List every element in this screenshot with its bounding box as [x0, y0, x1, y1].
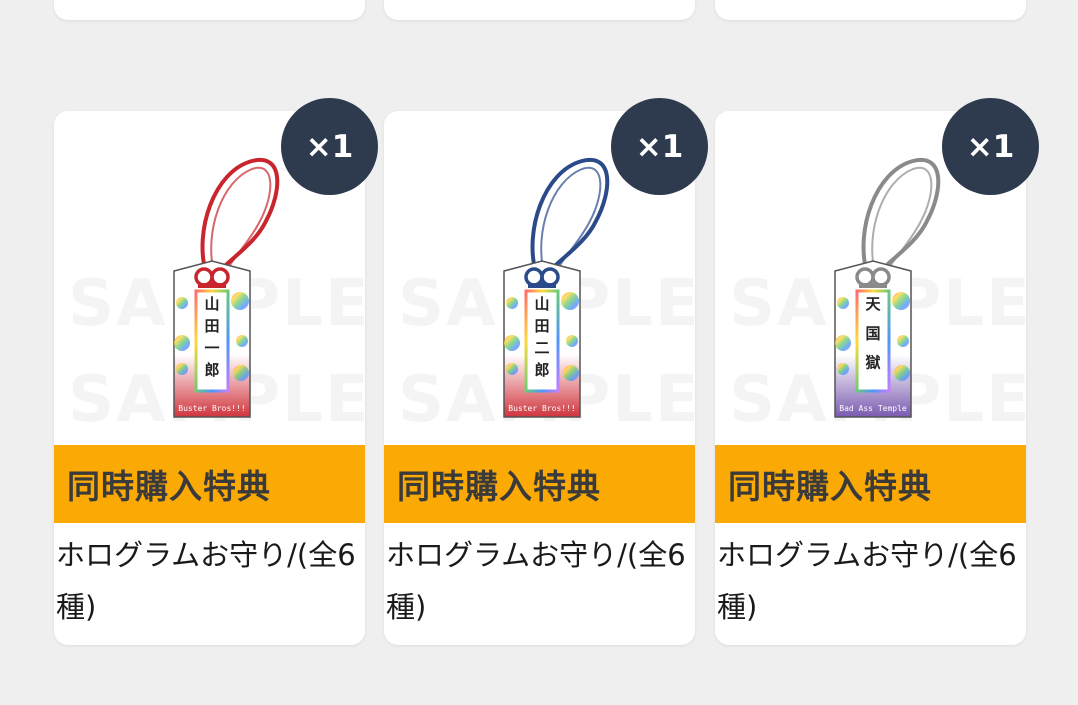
charm-name-char: 天 — [865, 295, 881, 313]
quantity-badge: ×1 — [611, 98, 708, 195]
hologram-decoration — [506, 297, 518, 309]
product-card[interactable]: SAMPLE SAMPLE SAMPLE 天国獄Bad Ass Temple ×… — [715, 98, 1039, 645]
charm-name-char: 国 — [865, 324, 880, 342]
charm-name-char: 二 — [534, 339, 549, 357]
charm-name-char: 田 — [534, 317, 549, 335]
hologram-decoration — [233, 365, 249, 381]
charm-name-char: 田 — [204, 317, 219, 335]
product-card[interactable]: SAMPLE SAMPLE SAMPLE 山田二郎Buster Bros!!! … — [384, 98, 708, 645]
charm-name-char: 獄 — [864, 354, 880, 372]
charm-name-char: 山 — [204, 295, 219, 313]
hologram-decoration — [566, 335, 578, 347]
hologram-decoration — [892, 292, 910, 310]
hologram-decoration — [837, 297, 849, 309]
hologram-decoration — [563, 365, 579, 381]
bonus-label-bar: 同時購入特典 — [54, 445, 365, 523]
previous-card-stub — [715, 0, 1026, 20]
hologram-decoration — [236, 335, 248, 347]
bonus-label-bar: 同時購入特典 — [715, 445, 1026, 523]
hologram-decoration — [504, 335, 520, 351]
hologram-decoration — [176, 363, 188, 375]
hologram-decoration — [561, 292, 579, 310]
product-name[interactable]: ホログラムお守り/(全6種) — [717, 529, 1022, 633]
charm-name-char: 山 — [534, 295, 549, 313]
charm-name-char: 郎 — [204, 361, 219, 379]
previous-card-stub — [54, 0, 365, 20]
previous-card-stub — [384, 0, 695, 20]
bonus-label: 同時購入特典 — [67, 467, 271, 506]
hologram-decoration — [174, 335, 190, 351]
bonus-label: 同時購入特典 — [397, 467, 601, 506]
charm-name-char: 一 — [204, 339, 219, 357]
hologram-decoration — [837, 363, 849, 375]
charm-footer-text: Bad Ass Temple — [839, 404, 907, 413]
quantity-badge: ×1 — [942, 98, 1039, 195]
hologram-decoration — [897, 335, 909, 347]
product-name[interactable]: ホログラムお守り/(全6種) — [386, 529, 691, 633]
quantity-badge: ×1 — [281, 98, 378, 195]
hologram-decoration — [894, 365, 910, 381]
charm-footer-text: Buster Bros!!! — [178, 404, 245, 413]
hologram-decoration — [176, 297, 188, 309]
hologram-decoration — [506, 363, 518, 375]
bonus-label: 同時購入特典 — [728, 467, 932, 506]
product-card[interactable]: SAMPLE SAMPLE SAMPLE 山田一郎Buster Bros!!! … — [54, 98, 378, 645]
product-name[interactable]: ホログラムお守り/(全6種) — [56, 529, 361, 633]
hologram-decoration — [835, 335, 851, 351]
charm-footer-text: Buster Bros!!! — [508, 404, 575, 413]
charm-name-char: 郎 — [534, 361, 549, 379]
hologram-decoration — [231, 292, 249, 310]
bonus-label-bar: 同時購入特典 — [384, 445, 695, 523]
